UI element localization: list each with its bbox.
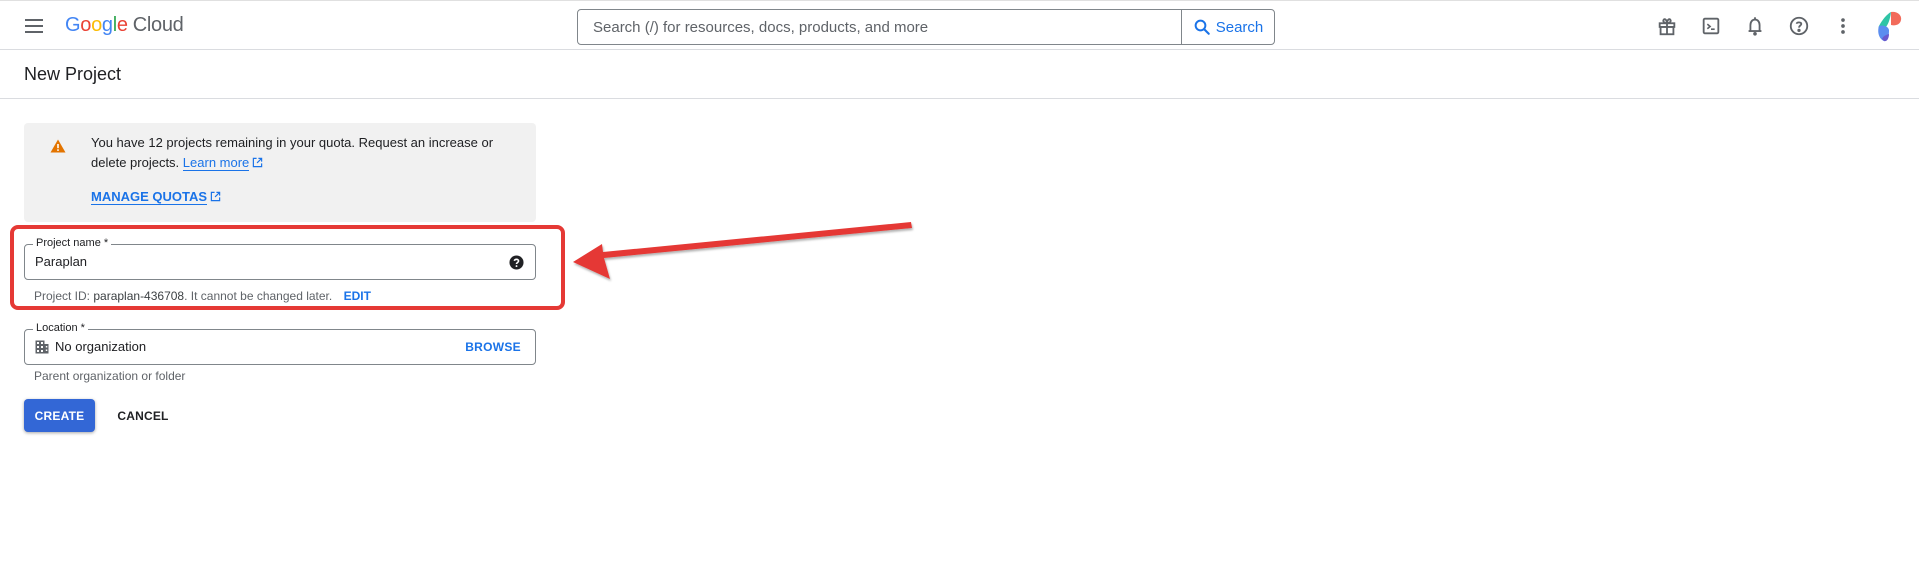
learn-more-label: Learn more xyxy=(182,155,250,170)
cloud-shell-button[interactable] xyxy=(1689,4,1733,48)
top-app-bar: Google Cloud Search xyxy=(0,0,1919,50)
location-value: No organization xyxy=(55,339,147,354)
organization-icon xyxy=(35,340,49,354)
location-label: Location * xyxy=(33,321,88,335)
page-title: New Project xyxy=(24,64,122,84)
hamburger-icon xyxy=(25,19,43,21)
hamburger-icon-line xyxy=(25,25,43,27)
top-actions xyxy=(1645,1,1919,51)
logo-product: Cloud xyxy=(132,14,184,36)
learn-more-link[interactable]: Learn more xyxy=(182,155,250,171)
notifications-icon xyxy=(1748,17,1762,36)
cloud-shell-icon xyxy=(1702,17,1720,35)
search-bar: Search xyxy=(577,9,1275,45)
avatar-logo-icon xyxy=(1878,11,1902,42)
search-input[interactable] xyxy=(578,10,1181,44)
quota-message: You have 12 projects remaining in your q… xyxy=(91,135,494,170)
hamburger-icon-line xyxy=(25,31,43,33)
page-header: New Project xyxy=(0,50,1919,99)
main-menu-button[interactable] xyxy=(22,16,46,36)
manage-quotas-link[interactable]: MANAGE QUOTAS xyxy=(91,189,221,205)
more-vert-icon xyxy=(1841,18,1845,34)
help-circle-icon xyxy=(1789,16,1809,36)
whats-new-button[interactable] xyxy=(1645,4,1689,48)
more-options-button[interactable] xyxy=(1821,4,1865,48)
external-link-icon xyxy=(253,157,263,168)
manage-quotas-label: MANAGE QUOTAS xyxy=(91,189,208,205)
logo-letter: g xyxy=(101,14,113,36)
create-button[interactable]: CREATE xyxy=(24,399,95,432)
search-button-label: Search xyxy=(1215,18,1264,36)
quota-notice-text: You have 12 projects remaining in your q… xyxy=(91,133,521,173)
annotation-highlight-box xyxy=(10,225,565,310)
browse-button[interactable]: BROWSE xyxy=(465,340,521,354)
logo-letter: e xyxy=(116,14,128,36)
quota-notice: You have 12 projects remaining in your q… xyxy=(24,123,536,222)
search-icon xyxy=(1194,19,1210,35)
location-field[interactable]: Location * No organization BROWSE xyxy=(24,321,536,365)
google-cloud-logo[interactable]: Google Cloud xyxy=(65,14,184,37)
arrow-shape xyxy=(573,222,912,279)
location-hint: Parent organization or folder xyxy=(34,369,186,383)
logo-letter: G xyxy=(65,14,81,36)
external-link-icon xyxy=(210,191,221,202)
logo-letter: o xyxy=(80,14,92,36)
warning-icon xyxy=(50,139,66,153)
search-button[interactable]: Search xyxy=(1181,10,1274,44)
help-button[interactable] xyxy=(1777,4,1821,48)
account-avatar[interactable] xyxy=(1871,8,1907,44)
gift-icon xyxy=(1658,18,1676,36)
cancel-button[interactable]: CANCEL xyxy=(106,399,180,432)
logo-letter: o xyxy=(91,14,102,36)
notifications-button[interactable] xyxy=(1733,4,1777,48)
